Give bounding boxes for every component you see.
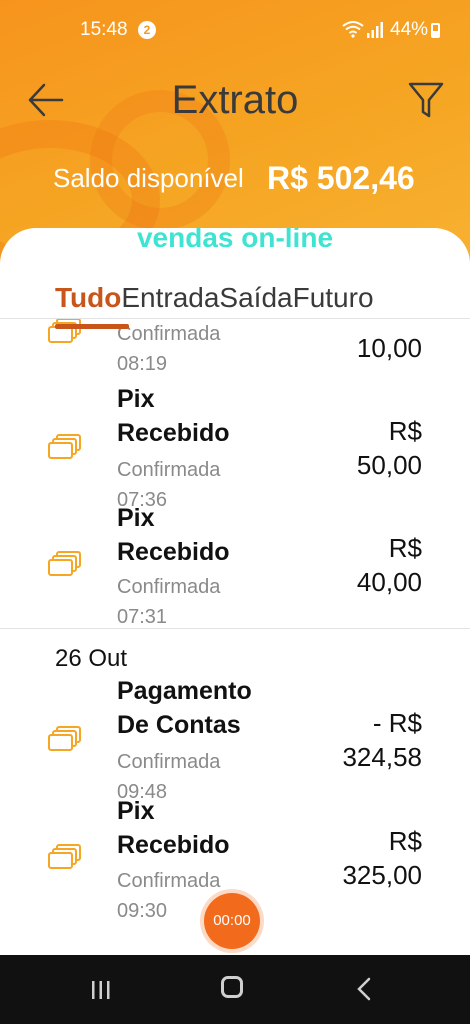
receipt-stack-icon bbox=[48, 726, 81, 751]
transaction-time: 07:31 bbox=[117, 606, 168, 628]
active-tab-indicator bbox=[55, 324, 129, 329]
transaction-amount: - R$ 324,58 bbox=[342, 708, 422, 772]
transaction-amount: R$ 40,00 bbox=[356, 533, 422, 597]
nav-back-icon[interactable] bbox=[356, 977, 372, 1001]
system-navigation-bar bbox=[0, 955, 470, 1024]
group-divider bbox=[0, 628, 470, 629]
tab-saida[interactable]: Saída bbox=[219, 282, 292, 322]
signal-icon bbox=[367, 22, 383, 38]
notification-count-badge: 2 bbox=[138, 21, 156, 39]
balance-label: Saldo disponível bbox=[53, 163, 244, 193]
transaction-status: Confirmada bbox=[117, 323, 221, 345]
receipt-stack-icon bbox=[48, 551, 81, 576]
receipt-stack-icon bbox=[48, 844, 81, 869]
wifi-icon bbox=[342, 21, 364, 38]
transaction-time: 09:30 bbox=[117, 900, 168, 922]
transaction-status: Confirmada bbox=[117, 870, 221, 892]
transaction-status: Confirmada bbox=[117, 751, 221, 773]
status-time: 15:48 bbox=[80, 19, 128, 40]
receipt-stack-icon bbox=[48, 434, 81, 459]
transaction-title: Pagamento De Contas bbox=[117, 677, 252, 739]
transaction-amount: R$ 50,00 bbox=[356, 416, 422, 480]
recent-apps-icon[interactable] bbox=[90, 979, 112, 1001]
transaction-title: Pix Recebido bbox=[117, 797, 230, 859]
tab-entrada[interactable]: Entrada bbox=[121, 282, 219, 322]
tab-bar: Tudo Entrada Saída Futuro bbox=[55, 282, 374, 322]
filter-icon[interactable] bbox=[406, 80, 446, 120]
battery-icon bbox=[431, 23, 440, 38]
tab-tudo[interactable]: Tudo bbox=[55, 282, 121, 322]
transaction-amount: 10,00 bbox=[356, 333, 422, 363]
group-date: 26 Out bbox=[55, 645, 128, 672]
transaction-amount: R$ 325,00 bbox=[342, 826, 422, 890]
home-icon[interactable] bbox=[221, 976, 243, 998]
page-title: Extrato bbox=[171, 78, 299, 122]
recording-timer-button[interactable]: 00:00 bbox=[204, 893, 260, 949]
transaction-status: Confirmada bbox=[117, 459, 221, 481]
transaction-title: Pix Recebido bbox=[117, 385, 230, 447]
tab-futuro[interactable]: Futuro bbox=[293, 282, 374, 322]
balance-value: R$ 502,46 bbox=[267, 160, 415, 196]
transaction-time: 08:19 bbox=[117, 353, 168, 375]
transaction-status: Confirmada bbox=[117, 576, 221, 598]
transaction-list[interactable]: Confirmada 08:19 10,00 Pix Recebido Conf… bbox=[0, 319, 470, 955]
battery-percentage: 44% bbox=[390, 19, 429, 40]
statement-panel: vendas on-line Tudo Entrada Saída Futuro… bbox=[0, 228, 470, 955]
watermark-text: vendas on-line bbox=[136, 228, 334, 253]
receipt-stack-icon bbox=[48, 319, 81, 343]
transaction-title: Pix Recebido bbox=[117, 504, 230, 566]
status-bar: 15:48 2 44% bbox=[0, 0, 470, 60]
